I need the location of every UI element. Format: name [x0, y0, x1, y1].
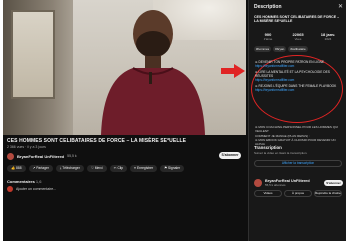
panel-subscribe-button[interactable]: S'abonner [324, 180, 343, 186]
comment-input-row[interactable]: Ajouter un commentaire... [7, 186, 56, 192]
thanks-button[interactable]: ♡ Merci [86, 165, 107, 172]
stats-row: 900 J'aime 22065 Vues 18 janv. 2024 [254, 32, 342, 41]
video-meta: 2 366 vues · il y a 3 jours [7, 145, 46, 149]
video-title: CES HOMMES SONT CELIBATAIRES DE FORCE – … [7, 138, 187, 144]
video-player[interactable] [3, 0, 246, 135]
action-bar: 👍 888 ↗ Partager ⤓ Télécharger ♡ Merci ✂… [7, 165, 185, 172]
video-background-window [11, 10, 55, 99]
red-arrow-annotation [221, 64, 245, 78]
description-link[interactable]: https://bryanforrealfilter.com [255, 88, 341, 92]
description-item: ➡ DEVENIR TON PROPRE PATRON EN LIGNE htt… [255, 60, 341, 68]
panel-channel-buttons: Vidéos À propos Rejoindre la chaîne [254, 190, 342, 197]
avatar [7, 186, 13, 192]
subscribe-button[interactable]: S'abonner [219, 152, 241, 159]
description-link[interactable]: https://bryanforrealfilter.com [255, 64, 341, 68]
comments-header: Commentaires 1,6 [7, 179, 42, 184]
description-panel: Description ✕ CES HOMMES SONT CELIBATAIR… [248, 0, 346, 241]
stat-date: 18 janv. 2024 [320, 32, 336, 41]
description-link[interactable]: https://bryanforrealfilter.com [255, 78, 341, 82]
flag-button[interactable]: ⚑ Signaler [160, 165, 185, 172]
description-title: CES HOMMES SONT CELIBATAIRES DE FORCE – … [254, 15, 340, 24]
avatar[interactable] [7, 152, 14, 160]
hashtag[interactable]: #bryan [273, 46, 287, 52]
save-button[interactable]: ≡ Enregistrer [130, 165, 158, 172]
description-item: ➡ REJOINS L'ÉQUIPE DANS THE FEMALE PLAYB… [255, 84, 341, 92]
hashtags: #hommes #bryan #celibataire [254, 46, 308, 52]
like-button[interactable]: 👍 888 [7, 165, 26, 172]
app-window: CES HOMMES SONT CELIBATAIRES DE FORCE – … [3, 0, 346, 241]
transcript-heading: Transcription [254, 145, 282, 150]
clip-button[interactable]: ✂ Clip [109, 165, 128, 172]
video-frame-person [101, 10, 205, 135]
description-item: ➡ LIRE LA MENTALITÉ ET LA PSYCHOLOGIE DE… [255, 70, 341, 82]
stat-views: 22065 Vues [292, 32, 304, 41]
videos-button[interactable]: Vidéos [254, 190, 282, 197]
comment-input[interactable]: Ajouter un commentaire... [16, 187, 56, 191]
share-button[interactable]: ↗ Partager [28, 165, 53, 172]
channel-name[interactable]: BryanForReal UnFiltered [17, 154, 64, 159]
panel-heading: Description [254, 4, 282, 10]
avatar[interactable] [254, 179, 262, 187]
channel-row[interactable]: BryanForReal UnFiltered 55,5 k [7, 152, 77, 160]
transcript-subtitle: Suivez la vidéo en lisant la transcripti… [254, 151, 308, 155]
download-button[interactable]: ⤓ Télécharger [55, 165, 84, 172]
panel-channel-subs: 55,5 k abonnés [265, 183, 286, 187]
show-transcript-button[interactable]: Afficher la transcription [254, 160, 342, 167]
description-links: ➡ DEVENIR TON PROPRE PATRON EN LIGNE htt… [255, 60, 341, 94]
comments-count: 1,6 [35, 179, 42, 184]
panel-channel-row[interactable]: BryanForReal UnFiltered 55,5 k abonnés [254, 179, 310, 187]
stat-likes: 900 J'aime [263, 32, 273, 41]
close-icon[interactable]: ✕ [338, 3, 343, 10]
about-button[interactable]: À propos [284, 190, 312, 197]
channel-subscribers: 55,5 k [67, 154, 77, 158]
join-channel-button[interactable]: Rejoindre la chaîne [314, 190, 342, 197]
hashtag[interactable]: #celibataire [288, 46, 308, 52]
hashtag[interactable]: #hommes [254, 46, 272, 52]
